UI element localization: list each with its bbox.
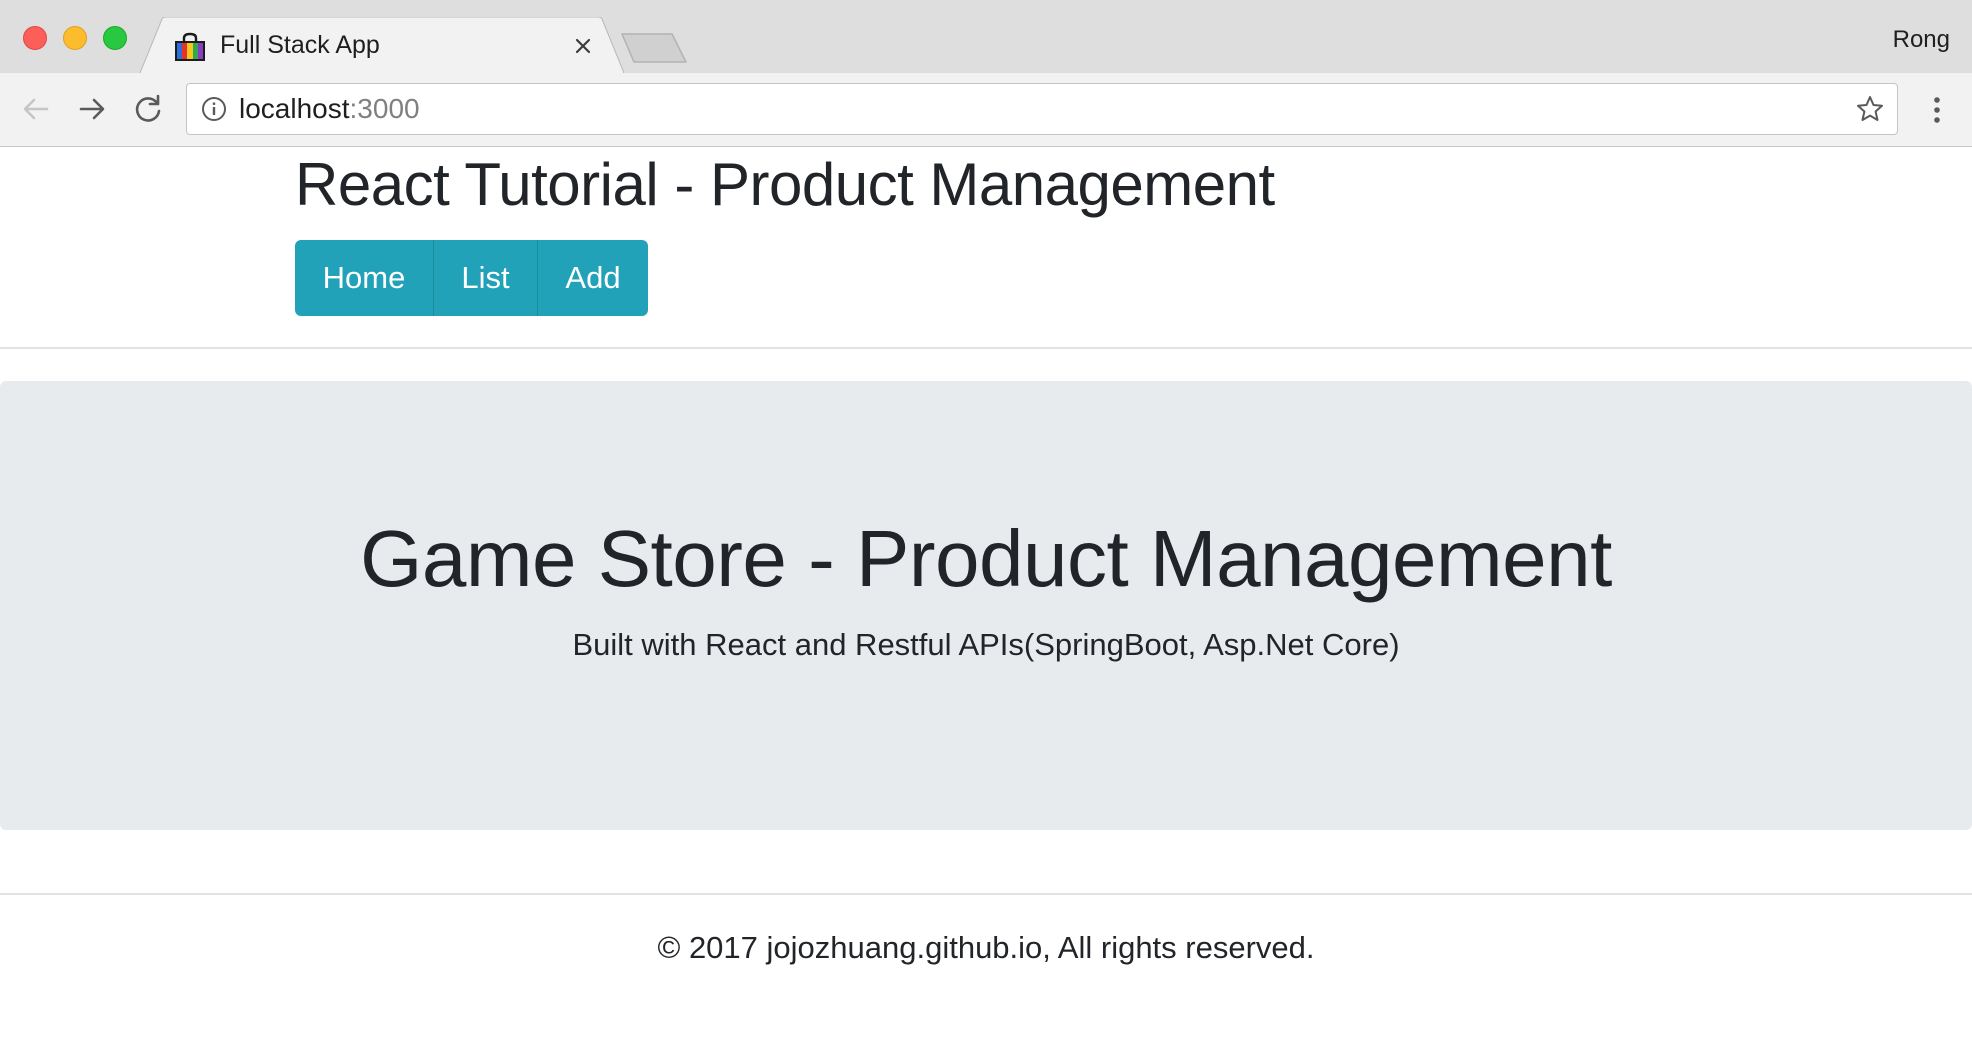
shopping-bag-icon (175, 32, 205, 61)
nav-home-button[interactable]: Home (295, 240, 434, 316)
close-icon[interactable] (572, 35, 594, 57)
jumbotron-subtitle: Built with React and Restful APIs(Spring… (572, 627, 1400, 662)
url-host: localhost (239, 93, 350, 124)
back-arrow-icon[interactable] (18, 91, 54, 127)
browser-toolbar: localhost:3000 (0, 73, 1972, 147)
profile-name[interactable]: Rong (1893, 26, 1950, 54)
reload-icon[interactable] (130, 91, 166, 127)
page-title: React Tutorial - Product Management (295, 151, 1275, 218)
url-port: :3000 (349, 93, 420, 124)
window-close-button[interactable] (23, 26, 47, 50)
nav-list-button[interactable]: List (434, 240, 538, 316)
tab-strip: Full Stack App Rong (0, 0, 1972, 73)
star-icon[interactable] (1855, 94, 1885, 124)
tab-title: Full Stack App (220, 31, 380, 59)
jumbotron: Game Store - Product Management Built wi… (0, 381, 1972, 830)
address-bar[interactable]: localhost:3000 (186, 83, 1898, 135)
window-zoom-button[interactable] (103, 26, 127, 50)
nav-add-button[interactable]: Add (538, 240, 648, 316)
tab-shape (140, 17, 624, 73)
browser-tab[interactable]: Full Stack App (140, 17, 624, 73)
footer-text: © 2017 jojozhuang.github.io, All rights … (657, 930, 1315, 965)
more-vert-icon[interactable] (1922, 93, 1952, 127)
forward-arrow-icon[interactable] (74, 91, 110, 127)
window-minimize-button[interactable] (63, 26, 87, 50)
footer-divider (0, 893, 1972, 895)
main-nav: Home List Add (295, 240, 648, 316)
url-text: localhost:3000 (239, 93, 420, 125)
new-tab-button[interactable] (620, 32, 690, 64)
info-icon[interactable] (201, 96, 227, 122)
header-divider (0, 347, 1972, 349)
jumbotron-title: Game Store - Product Management (360, 514, 1612, 603)
